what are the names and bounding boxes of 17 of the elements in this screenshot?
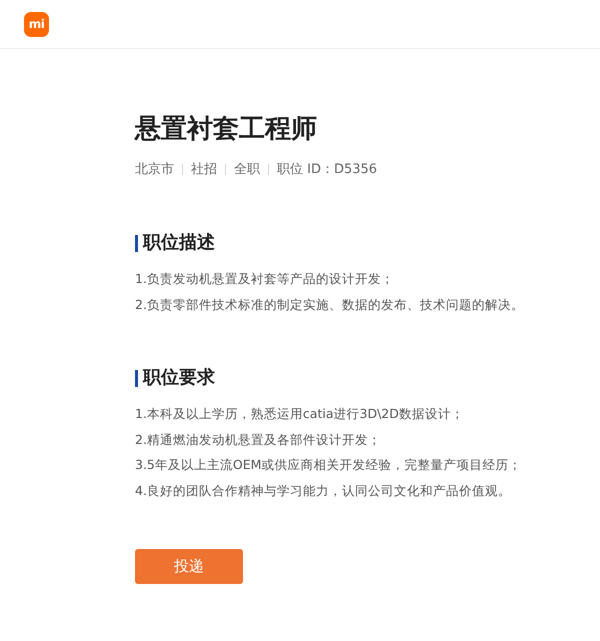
list-item: 1.本科及以上学历，熟悉运用catia进行3D\2D数据设计； [135, 405, 465, 423]
list-item: 1.负责发动机悬置及衬套等产品的设计开发； [135, 270, 395, 288]
section-heading: 职位要求 [143, 366, 215, 390]
list-item: 3.5年及以上主流OEM或供应商相关开发经验，完整量产项目经历； [135, 456, 522, 474]
list-item: 4.良好的团队合作精神与学习能力，认同公司文化和产品价值观。 [135, 482, 512, 500]
list-item: 2.精通燃油发动机悬置及各部件设计开发； [135, 430, 382, 448]
heading-bar-icon [135, 234, 138, 252]
job-meta: 职位 ID：D5356 [277, 161, 378, 178]
job-meta: 北京市 [135, 161, 174, 178]
apply-button[interactable]: 投递 [135, 549, 243, 584]
logo[interactable]: mi [24, 12, 49, 36]
heading-bar-icon [135, 370, 138, 386]
list-item: 2.负责零部件技术标准的制定实施、数据的发布、技术问题的解决。 [135, 296, 525, 314]
job-meta: 社招 [191, 161, 217, 178]
section-heading: 职位描述 [143, 231, 215, 255]
job-meta: 全职 [234, 161, 260, 178]
job-title: 悬置衬套工程师 [135, 113, 318, 146]
